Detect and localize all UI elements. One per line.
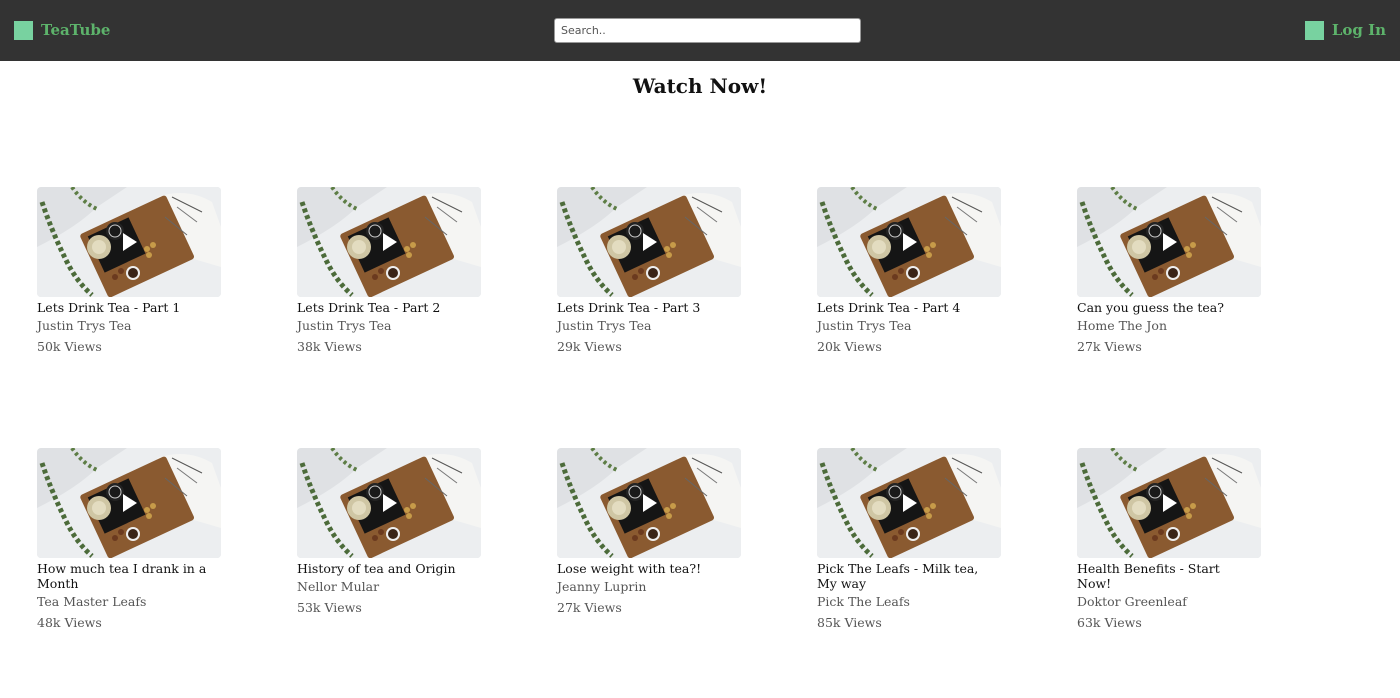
play-icon: [643, 233, 657, 251]
video-card[interactable]: Lets Drink Tea - Part 2 Justin Trys Tea …: [297, 187, 481, 354]
top-navbar: TeaTube Log In: [0, 0, 1400, 61]
video-views: 63k Views: [1077, 615, 1142, 630]
video-title[interactable]: History of tea and Origin: [297, 561, 467, 576]
video-thumbnail[interactable]: [817, 187, 1001, 297]
video-card[interactable]: Lets Drink Tea - Part 4 Justin Trys Tea …: [817, 187, 1001, 354]
video-thumbnail[interactable]: [297, 187, 481, 297]
video-channel[interactable]: Pick The Leafs: [817, 594, 1001, 609]
video-views: 27k Views: [557, 600, 622, 615]
video-channel[interactable]: Justin Trys Tea: [37, 318, 221, 333]
video-title[interactable]: Lets Drink Tea - Part 3: [557, 300, 727, 315]
video-title[interactable]: Pick The Leafs - Milk tea, My way: [817, 561, 987, 591]
video-thumbnail[interactable]: [1077, 448, 1261, 558]
video-title[interactable]: Health Benefits - Start Now!: [1077, 561, 1247, 591]
play-icon: [1163, 233, 1177, 251]
video-thumbnail[interactable]: [297, 448, 481, 558]
video-thumbnail[interactable]: [37, 187, 221, 297]
video-channel[interactable]: Doktor Greenleaf: [1077, 594, 1261, 609]
brand-name: TeaTube: [41, 21, 111, 39]
video-title[interactable]: Can you guess the tea?: [1077, 300, 1247, 315]
play-icon: [383, 494, 397, 512]
login-square-icon: [1304, 20, 1324, 40]
video-views: 20k Views: [817, 339, 882, 354]
play-icon: [123, 233, 137, 251]
video-channel[interactable]: Jeanny Luprin: [557, 579, 741, 594]
play-icon: [643, 494, 657, 512]
video-card[interactable]: Pick The Leafs - Milk tea, My way Pick T…: [817, 448, 1001, 630]
video-views: 27k Views: [1077, 339, 1142, 354]
video-channel[interactable]: Tea Master Leafs: [37, 594, 221, 609]
login-label: Log In: [1331, 21, 1386, 39]
video-views: 85k Views: [817, 615, 882, 630]
logo-square-icon: [14, 20, 33, 40]
video-title[interactable]: Lets Drink Tea - Part 1: [37, 300, 207, 315]
login-button[interactable]: Log In: [1304, 20, 1386, 40]
video-title[interactable]: How much tea I drank in a Month: [37, 561, 207, 591]
search-input[interactable]: [554, 18, 861, 43]
play-icon: [903, 494, 917, 512]
video-title[interactable]: Lets Drink Tea - Part 4: [817, 300, 987, 315]
play-icon: [1163, 494, 1177, 512]
play-icon: [383, 233, 397, 251]
play-icon: [123, 494, 137, 512]
video-thumbnail[interactable]: [557, 187, 741, 297]
video-channel[interactable]: Home The Jon: [1077, 318, 1261, 333]
play-icon: [903, 233, 917, 251]
page-title: Watch Now!: [632, 74, 768, 98]
video-channel[interactable]: Justin Trys Tea: [817, 318, 1001, 333]
video-views: 29k Views: [557, 339, 622, 354]
video-views: 53k Views: [297, 600, 362, 615]
brand-link[interactable]: TeaTube: [14, 20, 110, 40]
video-views: 38k Views: [297, 339, 362, 354]
video-title[interactable]: Lose weight with tea?!: [557, 561, 727, 576]
video-channel[interactable]: Justin Trys Tea: [557, 318, 741, 333]
video-card[interactable]: Health Benefits - Start Now! Doktor Gree…: [1077, 448, 1261, 630]
video-views: 48k Views: [37, 615, 102, 630]
video-card[interactable]: Can you guess the tea? Home The Jon 27k …: [1077, 187, 1261, 354]
video-title[interactable]: Lets Drink Tea - Part 2: [297, 300, 467, 315]
video-channel[interactable]: Nellor Mular: [297, 579, 481, 594]
video-channel[interactable]: Justin Trys Tea: [297, 318, 481, 333]
video-card[interactable]: Lose weight with tea?! Jeanny Luprin 27k…: [557, 448, 741, 615]
video-card[interactable]: Lets Drink Tea - Part 1 Justin Trys Tea …: [37, 187, 221, 354]
video-card[interactable]: How much tea I drank in a Month Tea Mast…: [37, 448, 221, 630]
video-views: 50k Views: [37, 339, 102, 354]
video-card[interactable]: History of tea and Origin Nellor Mular 5…: [297, 448, 481, 615]
video-thumbnail[interactable]: [1077, 187, 1261, 297]
video-thumbnail[interactable]: [557, 448, 741, 558]
video-thumbnail[interactable]: [817, 448, 1001, 558]
video-thumbnail[interactable]: [37, 448, 221, 558]
video-card[interactable]: Lets Drink Tea - Part 3 Justin Trys Tea …: [557, 187, 741, 354]
